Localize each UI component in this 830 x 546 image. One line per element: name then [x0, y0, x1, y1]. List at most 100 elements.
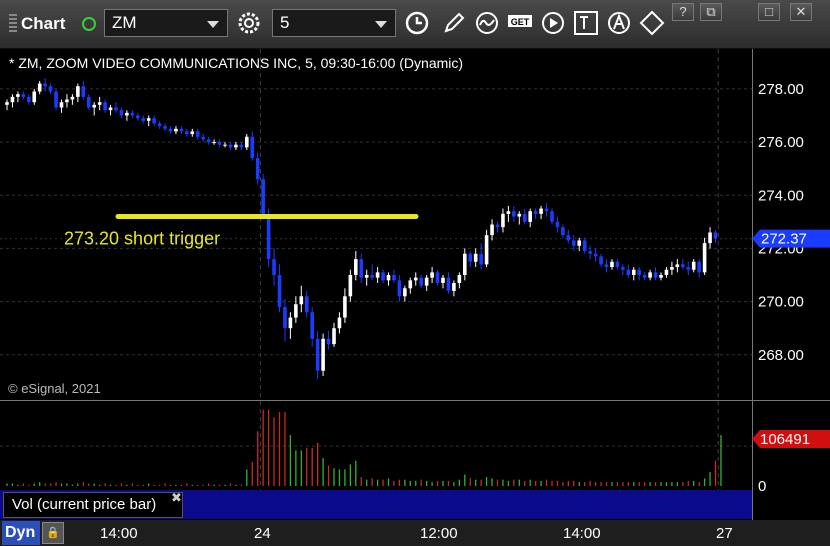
candle-body [354, 259, 358, 276]
candle-body [146, 118, 151, 121]
candle-body [168, 128, 173, 132]
candle-body [659, 275, 663, 278]
drag-grip-icon[interactable] [9, 14, 17, 32]
candle-body [81, 86, 86, 97]
candle-body [626, 269, 631, 276]
candle-body [681, 264, 685, 268]
interval-value: 5 [280, 13, 290, 32]
candle-body [359, 259, 364, 278]
gear-icon[interactable] [236, 10, 262, 36]
svg-text:GET: GET [511, 17, 530, 27]
candle-body [294, 304, 298, 318]
text-tool-icon[interactable] [573, 10, 599, 36]
candle-body [108, 107, 113, 111]
clock-icon[interactable] [404, 10, 430, 36]
candle-body [125, 112, 129, 116]
candle-body [212, 142, 216, 144]
candle-body [86, 96, 91, 108]
candle-body [572, 240, 576, 246]
interval-select[interactable]: 5 [272, 9, 396, 37]
study-wave-icon[interactable] [474, 10, 500, 36]
maximize-button[interactable]: □ [758, 3, 780, 21]
candle-body [473, 253, 478, 262]
alert-icon[interactable] [606, 10, 632, 36]
candle-body [588, 251, 592, 254]
candle-body [413, 277, 418, 281]
candle-body [27, 96, 31, 103]
candle-body [452, 283, 456, 291]
candle-body [310, 312, 314, 339]
volume-panel-label[interactable]: Vol (current price bar) [3, 492, 183, 518]
price-chart[interactable]: * ZM, ZOOM VIDEO COMMUNICATIONS INC, 5, … [0, 49, 830, 520]
chart-title-label: Chart [21, 14, 66, 33]
restore-button[interactable]: ⧉ [700, 3, 722, 21]
candle-body [299, 296, 304, 305]
candle-body [92, 104, 96, 108]
close-button[interactable]: ✕ [790, 3, 812, 21]
candle-body [119, 110, 124, 116]
chart-area[interactable]: * ZM, ZOOM VIDEO COMMUNICATIONS INC, 5, … [0, 49, 830, 525]
candle-body [174, 128, 178, 132]
candle-body [528, 211, 532, 222]
link-diamond-icon[interactable] [639, 10, 665, 36]
lock-icon[interactable]: 🔒 [42, 522, 64, 544]
candle-body [277, 275, 282, 307]
candle-body [670, 267, 674, 270]
candle-body [114, 107, 118, 111]
candle-body [228, 144, 233, 148]
candle-body [691, 261, 696, 270]
candle-body [337, 317, 342, 329]
candle-body [364, 275, 369, 278]
candle-body [631, 269, 636, 276]
candle-body [37, 83, 42, 92]
candle-body [201, 136, 205, 140]
price-tick-label: 278.00 [758, 81, 804, 98]
candle-body [261, 179, 265, 214]
candle-body [648, 272, 652, 278]
candle-body [501, 213, 505, 228]
chart-background [0, 49, 830, 520]
price-tick-label: 274.00 [758, 187, 804, 204]
price-tick-label: 276.00 [758, 134, 804, 151]
candle-body [713, 232, 718, 239]
candle-body [446, 277, 451, 291]
candle-body [157, 123, 162, 127]
get-data-icon[interactable]: GET [507, 10, 533, 36]
link-status-icon[interactable] [82, 17, 96, 31]
trigger-annotation: 273.20 short trigger [64, 229, 220, 249]
volume-zero-label: 0 [758, 478, 766, 495]
candle-body [59, 102, 64, 108]
candle-body [615, 261, 620, 268]
candle-body [283, 306, 287, 329]
chevron-down-icon[interactable] [375, 21, 387, 28]
play-icon[interactable] [540, 10, 566, 36]
candle-body [32, 91, 37, 103]
dynamic-mode-button[interactable]: Dyn [2, 521, 40, 545]
x-tick-label: 14:00 [100, 525, 138, 542]
price-tick-label: 270.00 [758, 294, 804, 311]
candle-body [245, 136, 249, 148]
chart-header: * ZM, ZOOM VIDEO COMMUNICATIONS INC, 5, … [9, 55, 463, 71]
candle-body [463, 253, 467, 276]
close-icon[interactable]: ✖ [171, 490, 182, 506]
candle-body [179, 128, 184, 132]
x-tick-label: 14:00 [563, 525, 601, 542]
help-button[interactable]: ? [672, 3, 694, 21]
candle-body [370, 275, 374, 278]
chevron-down-icon[interactable] [207, 21, 219, 28]
candle-body [397, 280, 402, 297]
candle-body [130, 112, 135, 116]
pencil-icon[interactable] [441, 10, 467, 36]
candle-body [479, 253, 483, 265]
symbol-input[interactable]: ZM [104, 9, 228, 37]
candle-body [304, 296, 309, 313]
candle-body [403, 288, 407, 297]
candle-body [223, 144, 227, 146]
copyright-label: © eSignal, 2021 [8, 381, 101, 396]
candle-body [326, 338, 331, 345]
candle-body [484, 235, 489, 265]
candle-body [136, 115, 140, 119]
candle-body [468, 253, 473, 262]
candle-body [430, 272, 434, 278]
candle-body [321, 338, 325, 371]
